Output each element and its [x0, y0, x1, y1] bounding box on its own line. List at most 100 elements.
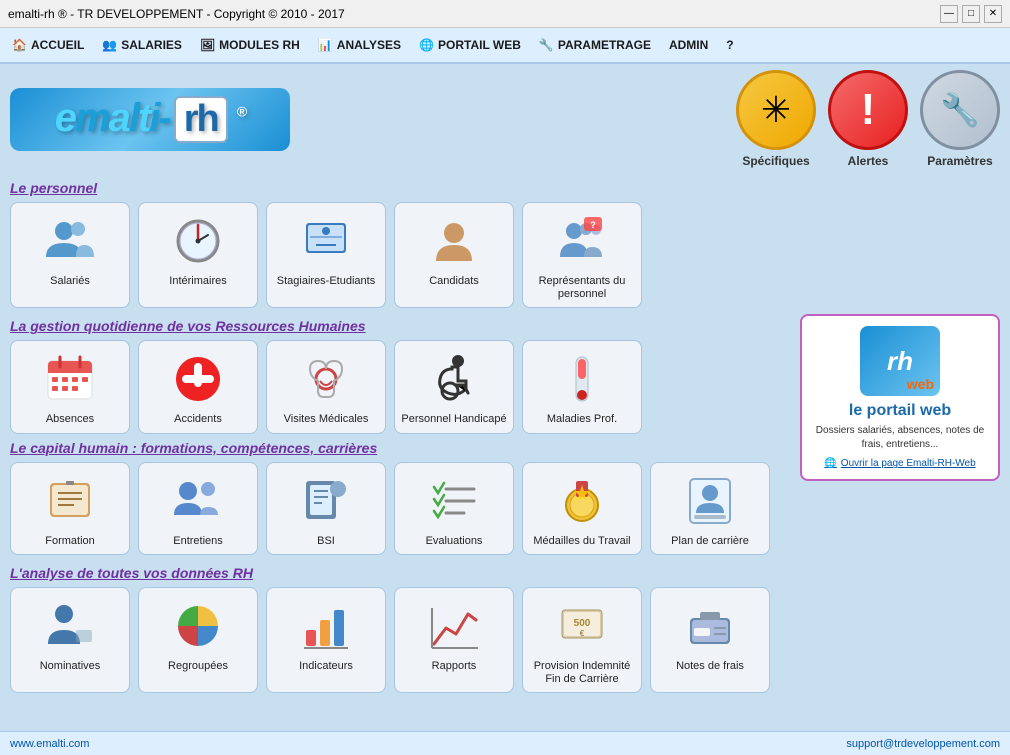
tile-absences[interactable]: Absences	[10, 340, 130, 433]
tile-maladies[interactable]: Maladies Prof.	[522, 340, 642, 433]
svg-text:500: 500	[574, 618, 591, 629]
tile-formation[interactable]: Formation	[10, 462, 130, 555]
evaluations-icon	[424, 471, 484, 531]
formation-tile-label: Formation	[45, 535, 95, 548]
top-section: emalti-rh ® ✳ Spécifiques ! Alertes 🔧 Pa…	[10, 70, 1000, 168]
stagiaires-icon	[296, 211, 356, 271]
close-button[interactable]: ✕	[984, 5, 1002, 23]
section-gestion: La gestion quotidienne de vos Ressources…	[10, 318, 792, 433]
provision-icon: 500 €	[552, 596, 612, 656]
handicape-tile-label: Personnel Handicapé	[401, 413, 506, 426]
accidents-tile-label: Accidents	[174, 413, 222, 426]
menu-label-accueil: ACCUEIL	[31, 38, 84, 52]
app-logo: emalti-rh ®	[10, 88, 290, 151]
gestion-grid: Absences Accidents	[10, 340, 792, 433]
tile-entretiens[interactable]: Entretiens	[138, 462, 258, 555]
specifiques-label: Spécifiques	[742, 154, 809, 168]
portail-logo: rh web	[860, 326, 940, 396]
section-analyse: L'analyse de toutes vos données RH Nomin…	[10, 561, 1000, 699]
section-personnel: Le personnel Salariés In	[10, 176, 1000, 314]
tile-accidents[interactable]: Accidents	[138, 340, 258, 433]
handicape-icon	[424, 349, 484, 409]
evaluations-tile-label: Evaluations	[426, 535, 483, 548]
visites-tile-label: Visites Médicales	[284, 413, 369, 426]
analyse-grid: Nominatives Regroupées	[10, 587, 1000, 693]
candidats-icon	[424, 211, 484, 271]
specifiques-button[interactable]: ✳ Spécifiques	[736, 70, 816, 168]
tile-candidats[interactable]: Candidats	[394, 202, 514, 308]
menu-item-admin[interactable]: ADMIN	[661, 34, 716, 56]
tile-plan-carriere[interactable]: Plan de carrière	[650, 462, 770, 555]
footer-left[interactable]: www.emalti.com	[10, 738, 89, 750]
menu-item-analyses[interactable]: 📊 ANALYSES	[310, 34, 409, 56]
tile-rapports[interactable]: Rapports	[394, 587, 514, 693]
entretiens-tile-label: Entretiens	[173, 535, 223, 548]
menu-item-parametrage[interactable]: 🔧 PARAMETRAGE	[531, 34, 659, 56]
parametres-button[interactable]: 🔧 Paramètres	[920, 70, 1000, 168]
tile-visites[interactable]: Visites Médicales	[266, 340, 386, 433]
link-icon: 🌐	[824, 458, 836, 469]
formation-icon	[40, 471, 100, 531]
menu-label-modules-rh: MODULES RH	[219, 38, 300, 52]
representants-icon: ?	[552, 211, 612, 271]
maximize-button[interactable]: □	[962, 5, 980, 23]
tile-handicape[interactable]: Personnel Handicapé	[394, 340, 514, 433]
menu-label-analyses: ANALYSES	[337, 38, 401, 52]
indicateurs-icon	[296, 596, 356, 656]
menu-item-accueil[interactable]: 🏠 ACCUEIL	[4, 34, 92, 56]
bsi-icon	[296, 471, 356, 531]
nominatives-icon	[40, 596, 100, 656]
bsi-tile-label: BSI	[317, 535, 335, 548]
tile-stagiaires[interactable]: Stagiaires-Etudiants	[266, 202, 386, 308]
menu-item-modules-rh[interactable]: 🖼 MODULES RH	[192, 34, 308, 56]
accidents-icon	[168, 349, 228, 409]
notes-frais-tile-label: Notes de frais	[676, 660, 744, 673]
notes-frais-icon	[680, 596, 740, 656]
alertes-button[interactable]: ! Alertes	[828, 70, 908, 168]
personnel-grid: Salariés Intérimaires	[10, 202, 1000, 308]
footer-right[interactable]: support@trdeveloppement.com	[846, 738, 1000, 750]
menu-bar: 🏠 ACCUEIL 👥 SALARIES 🖼 MODULES RH 📊 ANAL…	[0, 28, 1010, 64]
tile-evaluations[interactable]: Evaluations	[394, 462, 514, 555]
minimize-button[interactable]: —	[940, 5, 958, 23]
tile-provision[interactable]: 500 € Provision Indemnité Fin de Carrièr…	[522, 587, 642, 693]
svg-text:?: ?	[590, 220, 596, 230]
parametres-label: Paramètres	[927, 154, 992, 168]
tile-representants[interactable]: ? Représentants du personnel	[522, 202, 642, 308]
portail-link-label: Ouvrir la page Emalti-RH-Web	[841, 458, 976, 469]
menu-label-portail-web: PORTAIL WEB	[438, 38, 521, 52]
salaries-tile-label: Salariés	[50, 275, 90, 288]
svg-text:€: €	[580, 629, 585, 638]
portail-web-box[interactable]: rh web le portail web Dossiers salariés,…	[800, 314, 1000, 481]
tile-regroupees[interactable]: Regroupées	[138, 587, 258, 693]
menu-label-admin: ADMIN	[669, 38, 708, 52]
gestion-capital-content: La gestion quotidienne de vos Ressources…	[10, 314, 792, 560]
absences-tile-label: Absences	[46, 413, 94, 426]
menu-label-help: ?	[726, 38, 733, 52]
logo-area: emalti-rh ®	[10, 88, 290, 151]
capital-header: Le capital humain : formations, compéten…	[10, 440, 792, 456]
tile-medailles[interactable]: Médailles du Travail	[522, 462, 642, 555]
tile-nominatives[interactable]: Nominatives	[10, 587, 130, 693]
tile-interimaires[interactable]: Intérimaires	[138, 202, 258, 308]
candidats-tile-label: Candidats	[429, 275, 479, 288]
interimaires-icon	[168, 211, 228, 271]
personnel-header: Le personnel	[10, 180, 1000, 196]
portail-open-link[interactable]: 🌐 Ouvrir la page Emalti-RH-Web	[824, 458, 975, 469]
tile-notes-frais[interactable]: Notes de frais	[650, 587, 770, 693]
medailles-tile-label: Médailles du Travail	[533, 535, 630, 548]
regroupees-icon	[168, 596, 228, 656]
menu-item-help[interactable]: ?	[718, 34, 741, 56]
menu-item-portail-web[interactable]: 🌐 PORTAIL WEB	[411, 34, 529, 56]
tile-bsi[interactable]: BSI	[266, 462, 386, 555]
analyse-header: L'analyse de toutes vos données RH	[10, 565, 1000, 581]
portail-description: Dossiers salariés, absences, notes de fr…	[812, 424, 988, 452]
tile-salaries[interactable]: Salariés	[10, 202, 130, 308]
tile-indicateurs[interactable]: Indicateurs	[266, 587, 386, 693]
absences-icon	[40, 349, 100, 409]
visites-icon	[296, 349, 356, 409]
menu-item-salaries[interactable]: 👥 SALARIES	[94, 34, 190, 56]
interimaires-tile-label: Intérimaires	[169, 275, 226, 288]
title-bar-controls: — □ ✕	[940, 5, 1002, 23]
gestion-header: La gestion quotidienne de vos Ressources…	[10, 318, 792, 334]
